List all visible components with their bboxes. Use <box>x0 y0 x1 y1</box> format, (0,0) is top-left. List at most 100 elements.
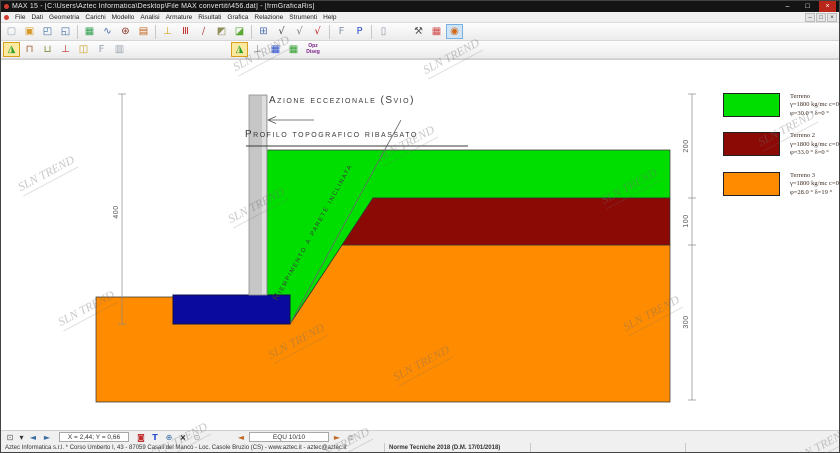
render-icon[interactable]: ◙ <box>135 432 147 443</box>
legend-name: Terreno 2 <box>790 132 839 140</box>
analysis-options-icon[interactable]: ⊛ <box>117 24 134 39</box>
status-empty <box>686 443 839 452</box>
mdi-restore-button[interactable]: □ <box>816 13 826 22</box>
materials-bricks-icon[interactable]: ▤ <box>135 24 152 39</box>
main-toolbar: ▢▣◰◱▦∿⊛▤⊥Ⅲ∕◩◪⊞√√√FP▯⚒▦◉ <box>1 23 839 41</box>
delete-tool-icon[interactable]: × <box>177 432 189 443</box>
toolbar-separator <box>251 25 252 39</box>
menu-item-dati[interactable]: Dati <box>28 14 46 21</box>
legend-props: φ=28.0 ° δ=19 ° <box>790 189 839 197</box>
dim-left-label: 400 <box>113 205 120 218</box>
menu-item-carichi[interactable]: Carichi <box>82 14 108 21</box>
menu-item-strumenti[interactable]: Strumenti <box>286 14 320 21</box>
menu-item-armature[interactable]: Armature <box>163 14 196 21</box>
pan-left-icon[interactable]: ◄ <box>27 432 39 443</box>
combination-prev-icon[interactable]: ◄ <box>235 432 247 443</box>
result-mesh-green-icon[interactable]: ▦ <box>285 42 302 57</box>
legend-swatch-terreno <box>723 93 780 117</box>
analysis-partial-icon[interactable]: √ <box>291 24 308 39</box>
result-mesh-blue-icon[interactable]: ▦ <box>267 42 284 57</box>
menu-bar: FileDatiGeometriaCarichiModelloAnalisiAr… <box>1 12 839 23</box>
label-accidental-action: Azione eccezionale (Svio) <box>269 95 415 106</box>
view-foundation-icon[interactable]: ⊥ <box>57 42 74 57</box>
pan-right-icon[interactable]: ► <box>41 432 53 443</box>
results-ip-icon[interactable]: P <box>351 24 368 39</box>
drawing-options-icon[interactable]: Opz Diseg <box>303 42 323 57</box>
minimize-button[interactable]: – <box>779 1 796 12</box>
maximize-button[interactable]: □ <box>799 1 816 12</box>
action-arrow <box>268 117 314 124</box>
model-grid-icon[interactable]: ⊞ <box>255 24 272 39</box>
status-bar: Aztec Informatica s.r.l. * Corso Umberto… <box>1 443 839 452</box>
drawing-canvas[interactable]: 400 200 100 300 Azione eccezionale (Svio… <box>1 59 839 430</box>
wall-section-drawing: 400 200 100 300 <box>1 60 839 430</box>
menu-item-file[interactable]: File <box>12 14 28 21</box>
menu-item-modello[interactable]: Modello <box>109 14 138 21</box>
soil-profile-left-icon[interactable]: ◩ <box>213 24 230 39</box>
soil-profile-right-icon[interactable]: ◪ <box>231 24 248 39</box>
wall-footing <box>173 295 290 324</box>
document-icon <box>4 15 9 20</box>
legend-props: φ=33.0 ° δ=0 ° <box>790 149 839 157</box>
graphics-toolbar-group-a: ◮⊓⊔⊥◫F▥ <box>3 42 128 57</box>
status-empty <box>531 443 686 452</box>
view-columns-icon[interactable]: ▥ <box>111 42 128 57</box>
combination-next-icon[interactable]: ► <box>331 432 343 443</box>
dim-right-mid-label: 100 <box>683 214 690 227</box>
menu-item-risultati[interactable]: Risultati <box>195 14 224 21</box>
view-displacements-icon[interactable]: ⊓ <box>21 42 38 57</box>
soil-legend: Terreno γ=1800 kg/mc c=0,0 φ=30.0 ° δ=0 … <box>723 93 839 211</box>
legend-name: Terreno 3 <box>790 172 839 180</box>
legend-name: Terreno <box>790 93 839 101</box>
wall-geometry-icon[interactable]: ⊥ <box>159 24 176 39</box>
open-file-icon[interactable]: ▣ <box>21 24 38 39</box>
analysis-run-icon[interactable]: √ <box>273 24 290 39</box>
menu-items: FileDatiGeometriaCarichiModelloAnalisiAr… <box>12 14 340 21</box>
dim-right-bottom-label: 300 <box>683 315 690 328</box>
analysis-stop-icon[interactable]: √ <box>309 24 326 39</box>
view-3d-icon[interactable]: ◫ <box>75 42 92 57</box>
legend-entry-terreno: Terreno γ=1800 kg/mc c=0,0 φ=30.0 ° δ=0 … <box>723 93 839 118</box>
close-button[interactable]: × <box>819 1 836 12</box>
result-wall-icon[interactable]: ⊥ <box>249 42 266 57</box>
zoom-tool-icon[interactable]: ⊙ <box>191 432 203 443</box>
menu-item-relazione[interactable]: Relazione <box>251 14 286 21</box>
combination-select[interactable]: EQU 10/10 <box>249 432 329 442</box>
save-all-icon[interactable]: ◱ <box>57 24 74 39</box>
cursor-coordinates: X = 2,44; Y = 0,66 <box>59 432 129 442</box>
mdi-close-button[interactable]: × <box>827 13 837 22</box>
graphics-toolbar-group-b: ◮⊥▦▦Opz Diseg <box>231 42 323 57</box>
view-if-icon[interactable]: F <box>93 42 110 57</box>
graphics-toolbar: ◮⊓⊔⊥◫F▥ ◮⊥▦▦Opz Diseg <box>1 41 839 59</box>
view-wall-section-icon[interactable]: ◮ <box>3 42 20 57</box>
combination-list-icon[interactable]: ≣ <box>345 432 357 443</box>
print-preview-icon[interactable]: ⊡ <box>4 432 16 443</box>
soil-terreno2 <box>342 198 670 245</box>
menu-item-grafica[interactable]: Grafica <box>224 14 251 21</box>
mdi-minimize-button[interactable]: – <box>805 13 815 22</box>
window-title: MAX 15 - [C:\Users\Aztec Informatica\Des… <box>12 3 776 10</box>
view-pressures-icon[interactable]: ⊔ <box>39 42 56 57</box>
general-data-icon[interactable]: ▦ <box>81 24 98 39</box>
reinforcement-icon[interactable]: Ⅲ <box>177 24 194 39</box>
wall-stem-highlight <box>262 96 266 294</box>
rebar-table-icon[interactable]: ▦ <box>428 24 445 39</box>
result-terrain-icon[interactable]: ◮ <box>231 42 248 57</box>
seismic-data-icon[interactable]: ∿ <box>99 24 116 39</box>
legend-props: γ=1800 kg/mc c=0,0 <box>790 141 839 149</box>
piles-icon[interactable]: ∕ <box>195 24 212 39</box>
new-file-icon[interactable]: ▢ <box>3 24 20 39</box>
save-icon[interactable]: ◰ <box>39 24 56 39</box>
text-tool-icon[interactable]: T <box>149 432 161 443</box>
world-icon[interactable]: ⊕ <box>163 432 175 443</box>
preview-dropdown-icon[interactable]: ▾ <box>18 432 25 443</box>
tools-hammer-icon[interactable]: ⚒ <box>410 24 427 39</box>
legend-props: φ=30.0 ° δ=0 ° <box>790 110 839 118</box>
report-page-icon[interactable]: ▯ <box>375 24 392 39</box>
menu-item-analisi[interactable]: Analisi <box>137 14 162 21</box>
menu-item-geometria[interactable]: Geometria <box>46 14 82 21</box>
graphic-results-icon[interactable]: ◉ <box>446 24 463 39</box>
results-if-icon[interactable]: F <box>333 24 350 39</box>
menu-item-help[interactable]: Help <box>320 14 339 21</box>
dim-right-top-label: 200 <box>683 139 690 152</box>
